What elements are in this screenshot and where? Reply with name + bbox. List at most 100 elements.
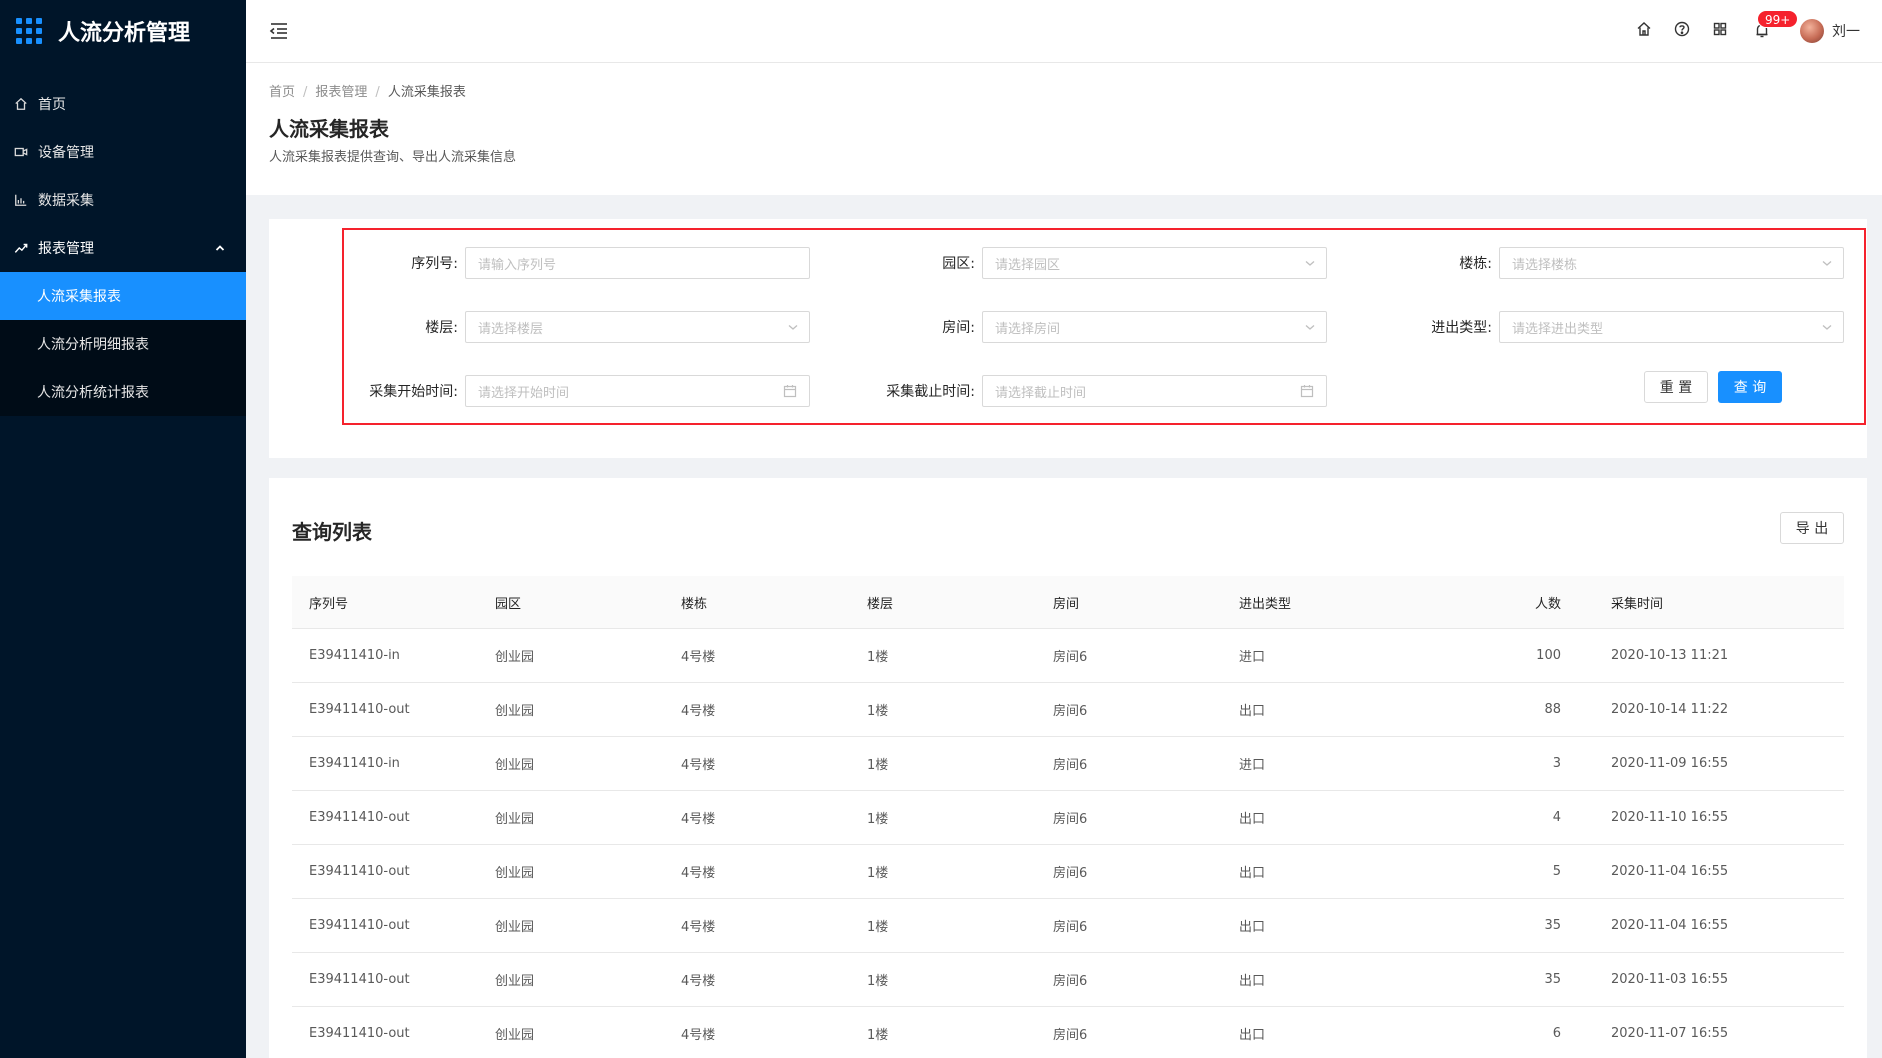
cell-building: 4号楼 <box>681 650 716 665</box>
brand[interactable]: 人流分析管理 <box>0 0 246 62</box>
cell-time: 2020-11-04 16:55 <box>1611 864 1729 879</box>
chevron-down-icon <box>787 321 799 333</box>
menu-fold-icon[interactable] <box>269 22 289 40</box>
floor-placeholder: 请选择楼层 <box>478 321 544 337</box>
calendar-icon <box>783 384 797 398</box>
home-icon <box>13 96 29 112</box>
export-button[interactable]: 导 出 <box>1780 512 1844 544</box>
apps-grid-icon <box>16 18 42 44</box>
chevron-down-icon <box>1821 321 1833 333</box>
table-row: E39411410-out 创业园 4号楼 1楼 房间6 出口 88 2020-10-14 1… <box>292 683 1844 737</box>
start-time-picker[interactable]: 请选择开始时间 <box>465 375 810 407</box>
cell-park: 创业园 <box>495 704 535 719</box>
col-park: 园区 <box>495 596 522 612</box>
floor-label: 楼层: <box>425 320 458 336</box>
floor-select[interactable]: 请选择楼层 <box>465 311 810 343</box>
cell-io-type: 进口 <box>1239 758 1266 773</box>
cell-serial: E39411410-in <box>309 756 400 771</box>
page-subtitle: 人流采集报表提供查询、导出人流采集信息 <box>269 150 517 165</box>
table-row: E39411410-out 创业园 4号楼 1楼 房间6 出口 6 2020-11-07 16… <box>292 1007 1844 1058</box>
park-select[interactable]: 请选择园区 <box>982 247 1327 279</box>
sidebar-item-label: 设备管理 <box>38 145 94 161</box>
cell-room: 房间6 <box>1053 866 1088 881</box>
cell-room: 房间6 <box>1053 704 1088 719</box>
sidebar-item-detail-report[interactable]: 人流分析明细报表 <box>0 320 246 368</box>
start-time-placeholder: 请选择开始时间 <box>478 385 570 401</box>
sidebar-item-statistics-report[interactable]: 人流分析统计报表 <box>0 368 246 416</box>
sidebar-item-label: 报表管理 <box>38 241 94 257</box>
cell-building: 4号楼 <box>681 974 716 989</box>
cell-count: 3 <box>1552 756 1561 771</box>
cell-io-type: 进口 <box>1239 650 1266 665</box>
chevron-down-icon <box>1821 257 1833 269</box>
end-time-placeholder: 请选择截止时间 <box>995 385 1087 401</box>
cell-time: 2020-10-14 11:22 <box>1611 702 1729 717</box>
sidebar-item-device[interactable]: 设备管理 <box>0 128 246 176</box>
cell-io-type: 出口 <box>1239 974 1266 989</box>
cell-room: 房间6 <box>1053 812 1088 827</box>
col-room: 房间 <box>1053 596 1080 612</box>
room-select[interactable]: 请选择房间 <box>982 311 1327 343</box>
room-label: 房间: <box>942 320 975 336</box>
cell-count: 100 <box>1536 648 1561 663</box>
sidebar-item-collection-report[interactable]: 人流采集报表 <box>0 272 246 320</box>
chevron-up-icon <box>214 242 226 254</box>
sidebar-item-data[interactable]: 数据采集 <box>0 176 246 224</box>
cell-count: 88 <box>1544 702 1561 717</box>
apps-icon[interactable] <box>1712 21 1730 39</box>
cell-building: 4号楼 <box>681 758 716 773</box>
avatar[interactable] <box>1800 19 1824 43</box>
col-serial: 序列号 <box>309 596 349 612</box>
cell-floor: 1楼 <box>867 704 889 719</box>
breadcrumb-home[interactable]: 首页 <box>269 85 295 100</box>
chevron-down-icon <box>1304 321 1316 333</box>
cell-floor: 1楼 <box>867 974 889 989</box>
table-row: E39411410-out 创业园 4号楼 1楼 房间6 出口 5 2020-11-04 16… <box>292 845 1844 899</box>
end-time-label: 采集截止时间: <box>886 384 975 400</box>
serial-label: 序列号: <box>411 256 458 272</box>
cell-serial: E39411410-out <box>309 702 410 717</box>
help-icon[interactable] <box>1674 21 1692 39</box>
cell-serial: E39411410-out <box>309 1026 410 1041</box>
chevron-down-icon <box>1304 257 1316 269</box>
table-row: E39411410-out 创业园 4号楼 1楼 房间6 出口 35 2020-11-03 1… <box>292 953 1844 1007</box>
park-label: 园区: <box>942 256 975 272</box>
cell-serial: E39411410-out <box>309 864 410 879</box>
cell-floor: 1楼 <box>867 866 889 881</box>
building-label: 楼栋: <box>1459 256 1492 272</box>
col-floor: 楼层 <box>867 596 894 612</box>
cell-park: 创业园 <box>495 974 535 989</box>
cell-park: 创业园 <box>495 1028 535 1043</box>
home-icon[interactable] <box>1636 21 1654 39</box>
io-type-select[interactable]: 请选择进出类型 <box>1499 311 1844 343</box>
table-row: E39411410-in 创业园 4号楼 1楼 房间6 进口 100 2020-10-13 1… <box>292 629 1844 683</box>
data-table: 序列号 园区 楼栋 楼层 房间 进出类型 人数 采集时间 E39411410-i… <box>292 576 1844 1058</box>
line-chart-icon <box>13 240 29 256</box>
cell-time: 2020-11-03 16:55 <box>1611 972 1729 987</box>
sidebar-menu: 首页 设备管理 数据采集 报表管理 人流采集报表 人流分析明细报表 人流分析统计… <box>0 80 246 416</box>
sidebar-item-report[interactable]: 报表管理 <box>0 224 246 272</box>
username[interactable]: 刘一 <box>1832 21 1860 41</box>
sidebar-item-home[interactable]: 首页 <box>0 80 246 128</box>
page-title: 人流采集报表 <box>269 117 389 141</box>
cell-park: 创业园 <box>495 650 535 665</box>
cell-io-type: 出口 <box>1239 866 1266 881</box>
cell-serial: E39411410-out <box>309 918 410 933</box>
cell-floor: 1楼 <box>867 758 889 773</box>
cell-room: 房间6 <box>1053 758 1088 773</box>
building-select[interactable]: 请选择楼栋 <box>1499 247 1844 279</box>
breadcrumb-report[interactable]: 报表管理 <box>315 85 367 100</box>
col-time: 采集时间 <box>1611 596 1664 612</box>
calendar-icon <box>1300 384 1314 398</box>
end-time-picker[interactable]: 请选择截止时间 <box>982 375 1327 407</box>
cell-building: 4号楼 <box>681 866 716 881</box>
table-title: 查询列表 <box>292 520 372 544</box>
table-row: E39411410-in 创业园 4号楼 1楼 房间6 进口 3 2020-11-09 16:… <box>292 737 1844 791</box>
cell-time: 2020-11-09 16:55 <box>1611 756 1729 771</box>
table-header: 序列号 园区 楼栋 楼层 房间 进出类型 人数 采集时间 <box>292 576 1844 629</box>
reset-button[interactable]: 重 置 <box>1644 371 1708 403</box>
table-row: E39411410-out 创业园 4号楼 1楼 房间6 出口 4 2020-11-10 16… <box>292 791 1844 845</box>
notification-badge: 99+ <box>1757 10 1799 28</box>
serial-input[interactable]: 请输入序列号 <box>465 247 810 279</box>
query-button[interactable]: 查 询 <box>1718 371 1782 403</box>
